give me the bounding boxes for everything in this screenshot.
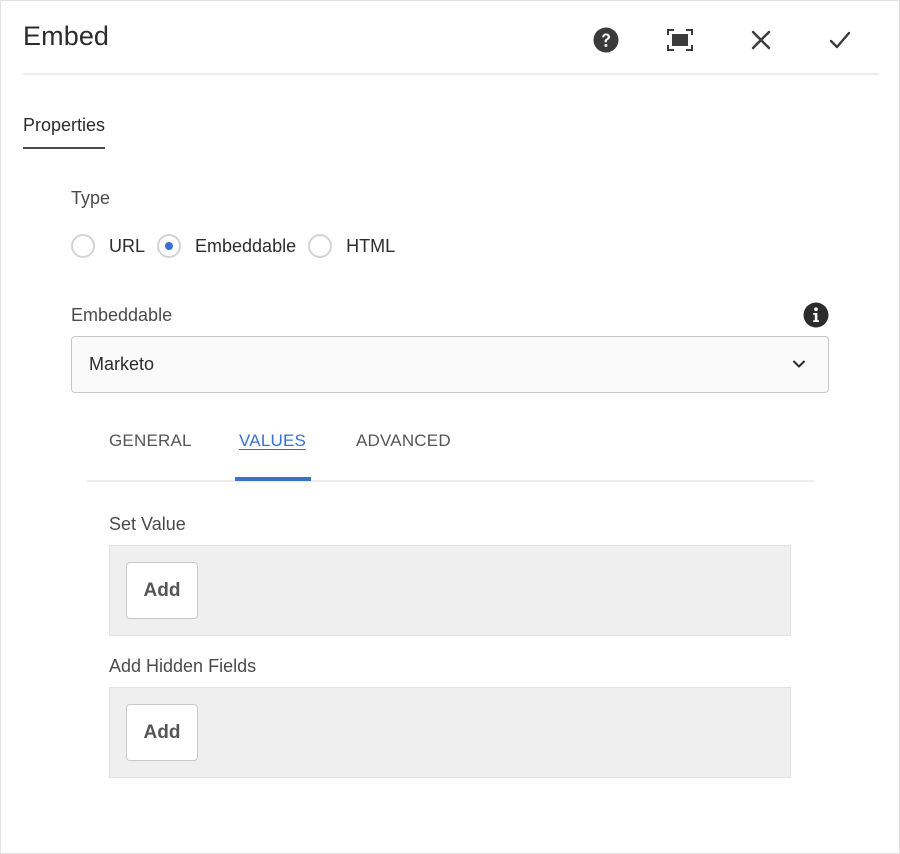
close-icon <box>751 30 771 50</box>
checkmark-icon <box>829 31 851 49</box>
set-value-add-button[interactable]: Add <box>126 562 198 619</box>
embeddable-select-value: Marketo <box>89 354 155 374</box>
embed-dialog: Embed Properties Type URL Embeddable HTM… <box>0 0 900 854</box>
hidden-fields-add-button[interactable]: Add <box>126 704 198 761</box>
set-value-label: Set Value <box>109 514 186 534</box>
header-divider <box>23 73 879 75</box>
set-value-multifield: Add <box>109 545 791 636</box>
fullscreen-button[interactable] <box>663 23 697 57</box>
radio-html-circle[interactable] <box>308 234 333 258</box>
fullscreen-icon <box>667 29 693 51</box>
chevron-down-icon <box>793 360 805 368</box>
tab-advanced[interactable]: ADVANCED <box>356 431 451 451</box>
tab-values[interactable]: VALUES <box>239 431 306 451</box>
help-circle-icon <box>593 27 619 53</box>
tab-properties[interactable]: Properties <box>23 115 106 149</box>
hidden-fields-multifield: Add <box>109 687 791 778</box>
hidden-fields-label: Add Hidden Fields <box>109 656 257 676</box>
tab-general[interactable]: GENERAL <box>109 431 192 451</box>
close-button[interactable] <box>744 23 778 57</box>
help-button[interactable] <box>589 23 623 57</box>
embeddable-select[interactable]: Marketo <box>71 336 829 393</box>
info-icon[interactable] <box>803 302 829 328</box>
radio-html[interactable]: HTML <box>308 234 395 258</box>
radio-embeddable-label: Embeddable <box>195 235 297 256</box>
radio-html-label: HTML <box>346 235 396 256</box>
active-tab-indicator <box>235 477 311 481</box>
done-button[interactable] <box>823 23 857 57</box>
type-label: Type <box>71 188 111 208</box>
embeddable-tabs: GENERAL VALUES ADVANCED <box>87 421 814 482</box>
radio-url-label: URL <box>109 235 146 256</box>
dialog-title: Embed <box>23 21 110 51</box>
embeddable-label: Embeddable <box>71 305 173 325</box>
type-radio-group: URL Embeddable HTML <box>71 234 407 258</box>
radio-embeddable-circle[interactable] <box>157 234 182 258</box>
radio-url-circle[interactable] <box>71 234 95 258</box>
radio-embeddable[interactable]: Embeddable <box>157 234 296 258</box>
radio-url[interactable]: URL <box>71 234 145 258</box>
